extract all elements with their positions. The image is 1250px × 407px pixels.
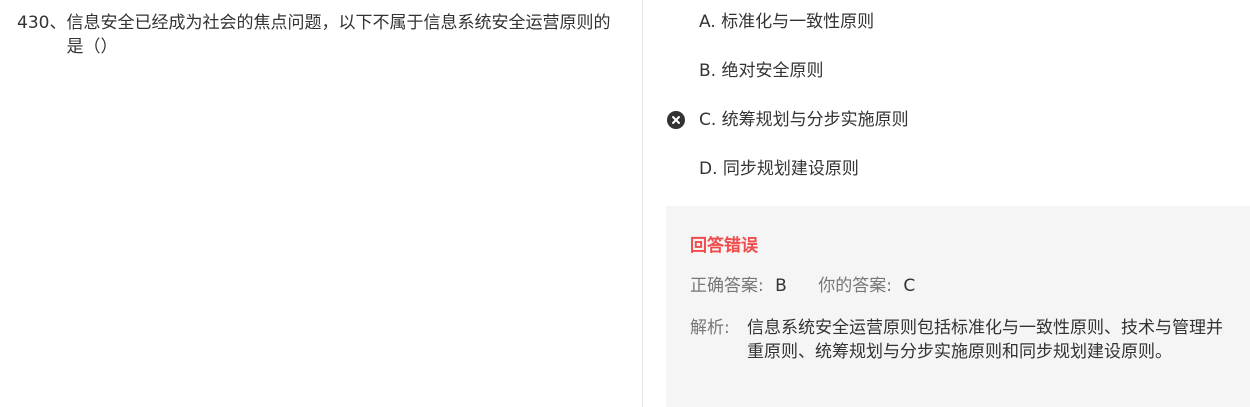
- option-c-label: C. 统筹规划与分步实施原则: [699, 110, 909, 130]
- question-pane: 430、 信息安全已经成为社会的焦点问题，以下不属于信息系统安全运营原则的是（）: [0, 0, 642, 407]
- option-c[interactable]: C. 统筹规划与分步实施原则: [666, 108, 909, 132]
- correct-answer-value: B: [775, 276, 787, 296]
- analysis-label: 解析:: [690, 318, 730, 338]
- question-text: 信息安全已经成为社会的焦点问题，以下不属于信息系统安全运营原则的是（）: [66, 13, 611, 57]
- option-a[interactable]: A. 标准化与一致性原则: [666, 10, 874, 34]
- option-d-label: D. 同步规划建设原则: [699, 159, 859, 179]
- result-title: 回答错误: [690, 236, 758, 256]
- your-answer-value: C: [903, 276, 916, 296]
- correct-answer-label: 正确答案:: [690, 276, 764, 296]
- option-a-label: A. 标准化与一致性原则: [699, 12, 875, 32]
- wrong-icon: [667, 111, 685, 129]
- option-b-label: B. 绝对安全原则: [699, 61, 824, 81]
- question-stem: 430、 信息安全已经成为社会的焦点问题，以下不属于信息系统安全运营原则的是（）: [17, 11, 617, 59]
- option-b[interactable]: B. 绝对安全原则: [666, 59, 823, 83]
- your-answer-label: 你的答案:: [818, 276, 892, 296]
- pane-divider: [642, 0, 643, 407]
- analysis-text: 信息系统安全运营原则包括标准化与一致性原则、技术与管理并重原则、统筹规划与分步实…: [747, 318, 1223, 362]
- option-d[interactable]: D. 同步规划建设原则: [666, 157, 859, 181]
- answer-panel: 回答错误 正确答案: B 你的答案: C 解析: 信息系统安全运营原则包括标准化…: [666, 206, 1250, 407]
- answer-row: 正确答案: B 你的答案: C: [690, 274, 915, 298]
- question-number: 430、: [17, 13, 67, 33]
- analysis-block: 解析: 信息系统安全运营原则包括标准化与一致性原则、技术与管理并重原则、统筹规划…: [690, 316, 1230, 364]
